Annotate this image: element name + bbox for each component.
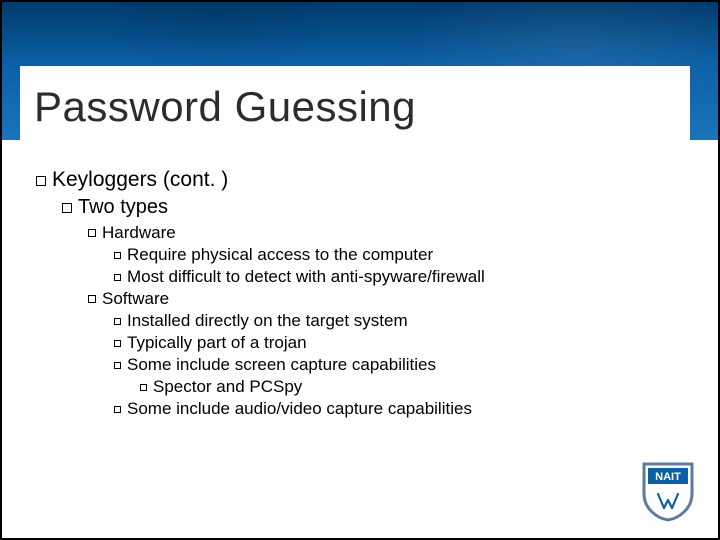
bullet-level-4: Typically part of a trojan	[114, 333, 676, 353]
slide-title: Password Guessing	[34, 83, 416, 131]
square-bullet-icon	[36, 176, 46, 186]
bullet-level-4: Most difficult to detect with anti-spywa…	[114, 267, 676, 287]
bullet-text: Some include screen capture capabilities	[127, 355, 436, 374]
bullet-text: Most difficult to detect with anti-spywa…	[127, 267, 485, 286]
square-bullet-icon	[114, 318, 121, 325]
square-bullet-icon	[140, 384, 147, 391]
nait-logo: NAIT	[640, 460, 696, 522]
logo-text: NAIT	[655, 471, 681, 483]
bullet-level-2: Two types	[62, 196, 676, 219]
square-bullet-icon	[114, 362, 121, 369]
bullet-text: Typically part of a trojan	[127, 333, 307, 352]
bullet-text: Some include audio/video capture capabil…	[127, 399, 472, 418]
bullet-level-4: Some include audio/video capture capabil…	[114, 399, 676, 419]
title-box: Password Guessing	[20, 66, 690, 148]
bullet-text: Keyloggers (cont. )	[52, 168, 228, 191]
bullet-level-4: Require physical access to the computer	[114, 245, 676, 265]
bullet-text: Software	[102, 289, 169, 308]
shield-icon: NAIT	[640, 460, 696, 522]
square-bullet-icon	[114, 274, 121, 281]
bullet-level-5: Spector and PCSpy	[140, 377, 676, 397]
bullet-level-1: Keyloggers (cont. )	[36, 168, 676, 192]
bullet-text: Spector and PCSpy	[153, 377, 302, 396]
bullet-level-3: Hardware	[88, 223, 676, 243]
bullet-text: Require physical access to the computer	[127, 245, 433, 264]
bullet-text: Installed directly on the target system	[127, 311, 408, 330]
square-bullet-icon	[88, 229, 96, 237]
square-bullet-icon	[114, 406, 121, 413]
slide: Password Guessing Keyloggers (cont. ) Tw…	[0, 0, 720, 540]
square-bullet-icon	[62, 203, 72, 213]
bullet-level-4: Installed directly on the target system	[114, 311, 676, 331]
bullet-level-3: Software	[88, 289, 676, 309]
square-bullet-icon	[114, 252, 121, 259]
bullet-level-4: Some include screen capture capabilities	[114, 355, 676, 375]
square-bullet-icon	[114, 340, 121, 347]
square-bullet-icon	[88, 295, 96, 303]
content-area: Keyloggers (cont. ) Two types Hardware R…	[36, 168, 676, 421]
bullet-text: Hardware	[102, 223, 176, 242]
bullet-text: Two types	[78, 196, 168, 218]
